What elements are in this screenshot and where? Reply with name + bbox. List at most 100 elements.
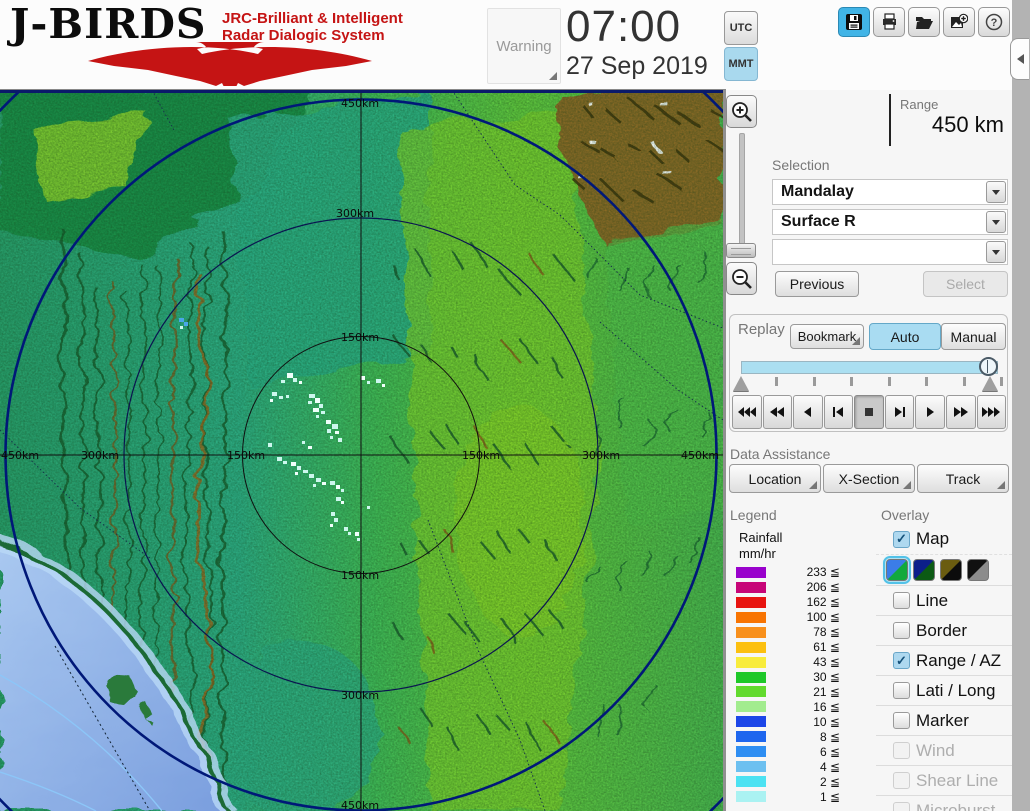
timeline-tick xyxy=(1000,377,1003,386)
zoom-slider-track[interactable] xyxy=(739,133,745,257)
timeline-tick xyxy=(850,377,853,386)
eagle-logo-icon xyxy=(6,40,386,86)
legend-row: 206 ≦ xyxy=(736,580,840,595)
auto-mode-button[interactable]: Auto xyxy=(869,323,941,350)
timeline-tick xyxy=(962,377,966,386)
replay-section: Replay Bookmark Auto Manual xyxy=(729,314,1008,432)
step-to-start-button[interactable] xyxy=(823,395,854,429)
overlay-item-range-az: ✓ Range / AZ xyxy=(876,645,1012,675)
save-button[interactable] xyxy=(838,7,870,37)
zoom-out-button[interactable] xyxy=(726,262,757,295)
bar-right-icon xyxy=(894,407,905,417)
rainfall-legend: 233 ≦ 206 ≦ 162 ≦ 100 ≦ 78 ≦ 61 ≦ 43 ≦ 30 ≦ 21 ≦… xyxy=(736,565,840,804)
clock-date: 27 Sep 2019 xyxy=(566,52,708,80)
rewind-button[interactable] xyxy=(762,395,793,429)
legend-threshold: 30 ≦ xyxy=(813,670,840,685)
location-button[interactable]: Location xyxy=(729,464,821,493)
track-button[interactable]: Track xyxy=(917,464,1009,493)
map-style-swatch-1[interactable] xyxy=(883,556,911,584)
legend-color-swatch xyxy=(736,641,766,653)
map-style-row xyxy=(876,554,1012,585)
map-style-swatch-3[interactable] xyxy=(940,559,962,581)
map-checkbox[interactable]: ✓ xyxy=(893,530,910,548)
shear-line-checkbox[interactable] xyxy=(893,772,910,789)
svg-text:450km: 450km xyxy=(341,97,379,110)
legend-color-swatch xyxy=(736,731,766,743)
warning-button[interactable]: Warning xyxy=(487,8,561,84)
manual-mode-button[interactable]: Manual xyxy=(941,323,1006,350)
timezone-toggle: UTC MMT xyxy=(724,11,758,83)
replay-timeline-handle[interactable] xyxy=(979,357,998,376)
legend-threshold: 206 ≦ xyxy=(806,580,840,595)
radar-map[interactable]: 450km 300km 150km 150km 300km 450km 450km 300km… xyxy=(0,90,723,811)
fast-forward-button[interactable] xyxy=(945,395,976,429)
toolbar-separator xyxy=(0,89,726,90)
timeline-end-marker[interactable] xyxy=(982,376,998,391)
legend-color-swatch xyxy=(736,626,766,638)
selection-dropdown-3[interactable] xyxy=(772,239,1008,265)
selection-dropdown-2[interactable]: Surface R xyxy=(772,209,1008,235)
svg-text:300km: 300km xyxy=(336,207,374,220)
control-panel: Myanmar DMH Range 450 km Selection Manda… xyxy=(726,0,1012,811)
legend-row: 10 ≦ xyxy=(736,714,840,729)
step-to-end-button[interactable] xyxy=(884,395,915,429)
fast-rewind-button[interactable] xyxy=(732,395,762,429)
top-toolbar: J-BIRDS JRC-Brilliant & Intelligent Rada… xyxy=(0,0,1012,90)
legend-color-swatch xyxy=(736,581,766,593)
timezone-utc-button[interactable]: UTC xyxy=(724,11,758,45)
open-folder-button[interactable] xyxy=(908,7,940,37)
help-button[interactable]: ? xyxy=(978,7,1010,37)
collapse-panel-button[interactable] xyxy=(1010,38,1029,80)
overlay-item-label: Map xyxy=(916,529,950,548)
legend-row: 6 ≦ xyxy=(736,744,840,759)
selection-dropdown-1[interactable]: Mandalay xyxy=(772,179,1008,205)
zoom-in-button[interactable] xyxy=(726,95,757,128)
zoom-slider-thumb[interactable] xyxy=(726,243,756,258)
replay-timeline-track[interactable] xyxy=(741,361,998,374)
overlay-item-label: Lati / Long xyxy=(916,680,996,700)
line-checkbox[interactable] xyxy=(893,592,910,609)
wind-checkbox[interactable] xyxy=(893,742,910,759)
x-section-button[interactable]: X-Section xyxy=(823,464,915,493)
dropdown-button[interactable] xyxy=(986,241,1006,263)
fastest-forward-button[interactable] xyxy=(976,395,1007,429)
legend-row: 4 ≦ xyxy=(736,759,840,774)
replay-label: Replay xyxy=(738,321,785,338)
previous-button[interactable]: Previous xyxy=(775,271,859,297)
map-style-swatch-4[interactable] xyxy=(967,559,989,581)
open-folder-icon xyxy=(916,17,933,29)
dropdown-button[interactable] xyxy=(986,181,1006,203)
timeline-start-marker[interactable] xyxy=(733,376,749,391)
border-checkbox[interactable] xyxy=(893,622,910,639)
legend-row: 21 ≦ xyxy=(736,685,840,700)
legend-threshold: 4 ≦ xyxy=(819,759,840,774)
svg-text:150km: 150km xyxy=(462,449,500,462)
radar-map-canvas[interactable]: 450km 300km 150km 150km 300km 450km 450km 300km… xyxy=(0,90,723,811)
legend-threshold: 162 ≦ xyxy=(806,595,840,610)
add-image-button[interactable] xyxy=(943,7,975,37)
legend-color-swatch xyxy=(736,656,766,668)
overlay-item-microburst: Microburst xyxy=(876,795,1012,811)
lati-long-checkbox[interactable] xyxy=(893,682,910,699)
stop-button[interactable] xyxy=(854,395,884,429)
map-style-swatch-2[interactable] xyxy=(913,559,935,581)
dropdown-button[interactable] xyxy=(986,211,1006,233)
timezone-mmt-button[interactable]: MMT xyxy=(724,47,758,81)
logo-tagline-line1: JRC-Brilliant & Intelligent xyxy=(222,10,403,27)
overlay-item-label: Wind xyxy=(916,740,955,760)
clock-time: 07:00 xyxy=(566,2,682,51)
timeline-tick xyxy=(812,377,816,386)
select-button[interactable]: Select xyxy=(923,271,1008,297)
microburst-checkbox[interactable] xyxy=(893,802,910,811)
marker-checkbox[interactable] xyxy=(893,712,910,729)
chevron-down-icon xyxy=(992,189,1000,195)
print-button[interactable] xyxy=(873,7,905,37)
bookmark-button[interactable]: Bookmark xyxy=(790,324,864,349)
legend-row: 30 ≦ xyxy=(736,670,840,685)
legend-color-swatch xyxy=(736,776,766,788)
play-reverse-button[interactable] xyxy=(793,395,823,429)
play-button[interactable] xyxy=(915,395,945,429)
range-az-checkbox[interactable]: ✓ xyxy=(893,652,910,669)
overlay-item-label: Marker xyxy=(916,710,969,730)
legend-threshold: 2 ≦ xyxy=(819,774,840,789)
